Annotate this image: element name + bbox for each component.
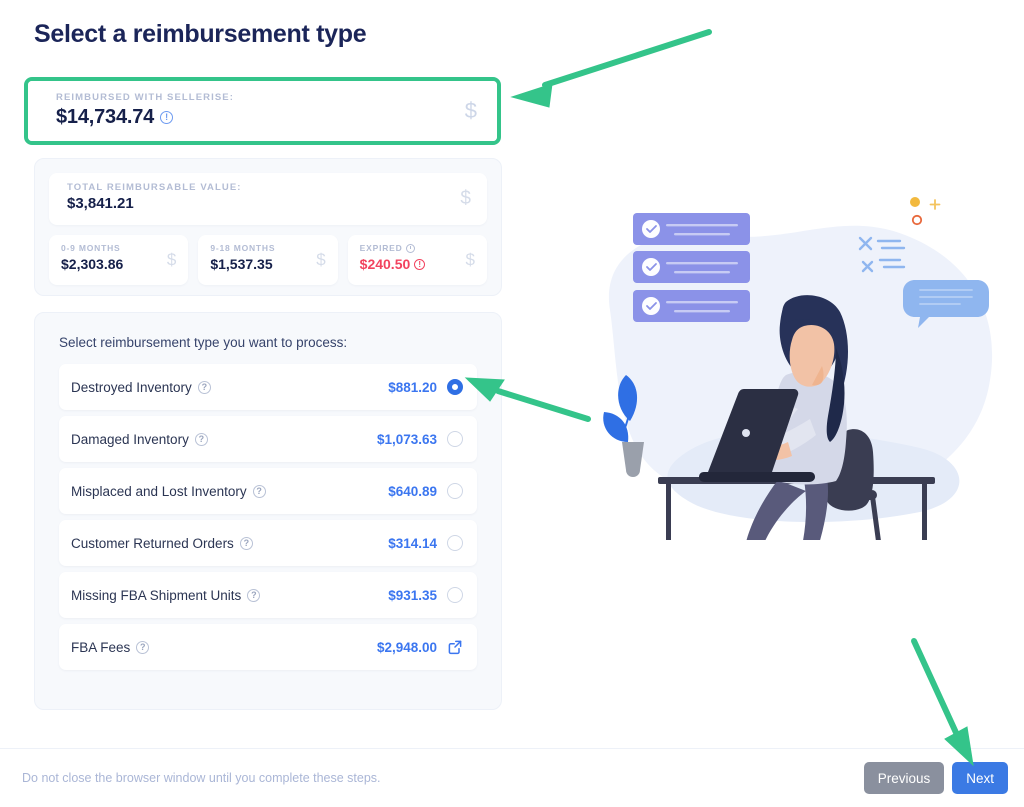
bucket-label-text: 0-9 MONTHS	[61, 243, 121, 253]
next-button[interactable]: Next	[952, 762, 1008, 794]
option-misplaced-and-lost-inventory[interactable]: Misplaced and Lost Inventory ? $640.89	[59, 468, 477, 514]
option-label: Customer Returned Orders ?	[71, 536, 388, 551]
total-amount: $3,841.21	[67, 195, 134, 212]
option-damaged-inventory[interactable]: Damaged Inventory ? $1,073.63	[59, 416, 477, 462]
option-label-text: Destroyed Inventory	[71, 379, 192, 395]
dollar-sign-icon: $	[460, 188, 471, 209]
radio-button[interactable]	[447, 587, 463, 603]
bucket-amount: $2,303.86	[61, 256, 178, 272]
summary-card: TOTAL REIMBURSABLE VALUE: $3,841.21 $ 0-…	[34, 158, 502, 296]
total-label: TOTAL REIMBURSABLE VALUE:	[67, 182, 242, 193]
hero-card-inner: REIMBURSED WITH SELLERISE: $14,734.74 ! …	[28, 81, 497, 141]
bucket-amount-text: $240.50	[359, 256, 411, 272]
option-label: Damaged Inventory ?	[71, 432, 377, 447]
reimbursement-type-page: Select a reimbursement type REIMBURSED W…	[0, 0, 1024, 807]
option-label-text: Missing FBA Shipment Units	[71, 587, 242, 603]
hero-amount: $14,734.74	[56, 106, 155, 128]
bucket-label: EXPIRED	[360, 243, 477, 253]
clock-icon	[405, 243, 415, 253]
checklist-cards	[633, 213, 750, 322]
bucket-amount-text: $1,537.35	[210, 256, 273, 272]
option-amount: $2,948.00	[376, 639, 437, 655]
option-amount: $931.35	[388, 587, 437, 603]
footer-warning-text: Do not close the browser window until yo…	[22, 771, 381, 785]
previous-button[interactable]: Previous	[863, 762, 945, 794]
bucket-amount: $1,537.35	[210, 256, 327, 272]
bucket-label-text: EXPIRED	[359, 243, 403, 253]
alert-icon[interactable]: !	[414, 258, 426, 270]
dollar-sign-icon: $	[166, 250, 177, 269]
bucket-row: 0-9 MONTHS $2,303.86 $ 9-18 MONTHS $1,53…	[49, 235, 487, 285]
dollar-sign-icon: $	[316, 250, 326, 269]
radio-button[interactable]	[447, 483, 463, 499]
reimbursement-selection-card: Select reimbursement type you want to pr…	[34, 312, 502, 710]
help-icon[interactable]: ?	[194, 432, 208, 446]
workspace-illustration	[603, 197, 993, 540]
dollar-sign-icon: $	[465, 250, 475, 269]
option-customer-returned-orders[interactable]: Customer Returned Orders ? $314.14	[59, 520, 477, 566]
radio-button[interactable]	[447, 535, 463, 551]
option-label-text: Customer Returned Orders	[71, 535, 234, 551]
option-label: FBA Fees ?	[71, 640, 377, 655]
info-icon[interactable]: !	[160, 111, 174, 124]
option-label-text: FBA Fees	[71, 639, 131, 655]
help-icon[interactable]: ?	[197, 380, 211, 394]
option-label-text: Damaged Inventory	[71, 431, 189, 447]
page-title: Select a reimbursement type	[34, 20, 367, 48]
footer-bar: Do not close the browser window until yo…	[0, 748, 1024, 807]
help-icon[interactable]: ?	[136, 640, 150, 654]
option-label: Misplaced and Lost Inventory ?	[71, 484, 388, 499]
bucket-label: 0-9 MONTHS	[61, 243, 178, 253]
option-amount: $1,073.63	[376, 431, 437, 447]
help-icon[interactable]: ?	[239, 536, 253, 550]
total-reimbursable-box: TOTAL REIMBURSABLE VALUE: $3,841.21 $	[49, 173, 487, 225]
external-link-icon[interactable]	[447, 639, 463, 655]
option-label-text: Misplaced and Lost Inventory	[71, 483, 247, 499]
help-icon[interactable]: ?	[247, 588, 261, 602]
bucket-0-9-months: 0-9 MONTHS $2,303.86 $	[49, 235, 189, 285]
bucket-label-text: 9-18 MONTHS	[210, 243, 276, 253]
bucket-label: 9-18 MONTHS	[210, 243, 327, 253]
hero-label: REIMBURSED WITH SELLERISE:	[56, 92, 234, 103]
option-missing-fba-shipment-units[interactable]: Missing FBA Shipment Units ? $931.35	[59, 572, 477, 618]
bucket-9-18-months: 9-18 MONTHS $1,537.35 $	[198, 235, 338, 285]
option-label: Missing FBA Shipment Units ?	[71, 588, 388, 603]
reimbursed-with-sellerise-card[interactable]: REIMBURSED WITH SELLERISE: $14,734.74 ! …	[24, 77, 501, 145]
reimbursement-options-list: Destroyed Inventory ? $881.20 Damaged In…	[59, 364, 477, 670]
option-amount: $314.14	[388, 535, 437, 551]
option-destroyed-inventory[interactable]: Destroyed Inventory ? $881.20	[59, 364, 477, 410]
dollar-sign-icon: $	[464, 98, 477, 123]
radio-button[interactable]	[447, 431, 463, 447]
bucket-amount: $240.50 !	[360, 256, 477, 272]
bucket-expired: EXPIRED $240.50 ! $	[347, 235, 487, 285]
help-icon[interactable]: ?	[252, 484, 266, 498]
selection-heading: Select reimbursement type you want to pr…	[59, 335, 348, 350]
option-amount: $881.20	[388, 379, 437, 395]
sparkle-decorations	[910, 197, 941, 226]
hero-amount-row: $14,734.74 !	[56, 106, 479, 129]
option-fba-fees[interactable]: FBA Fees ? $2,948.00	[59, 624, 477, 670]
option-amount: $640.89	[388, 483, 437, 499]
footer-buttons: Previous Next	[863, 762, 1008, 794]
radio-button[interactable]	[447, 379, 463, 395]
bucket-amount-text: $2,303.86	[61, 256, 124, 272]
option-label: Destroyed Inventory ?	[71, 380, 388, 395]
